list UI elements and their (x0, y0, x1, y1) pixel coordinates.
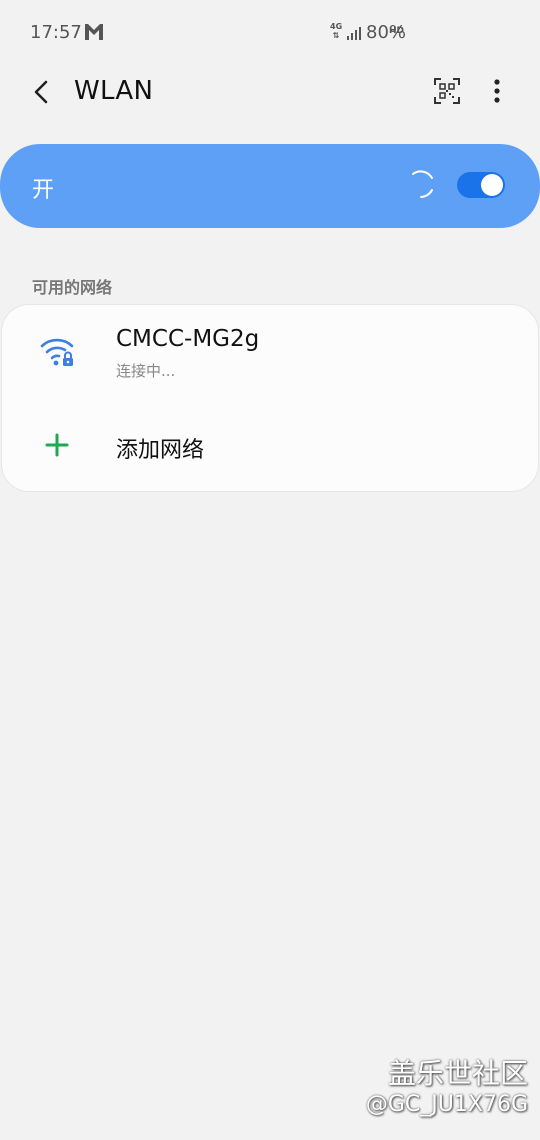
watermark-user-id: @GC_JU1X76G (365, 1092, 528, 1117)
chevron-left-icon[interactable] (26, 78, 58, 106)
status-time: 17:57 (30, 22, 82, 43)
signal-icon (347, 27, 361, 40)
battery-level: 80% (366, 22, 407, 43)
more-vert-icon[interactable] (486, 76, 508, 106)
wifi-lock-icon[interactable] (40, 334, 76, 368)
add-network-button[interactable]: 添加网络 (116, 432, 204, 464)
wlan-switch[interactable] (457, 172, 505, 198)
add-icon[interactable] (44, 432, 70, 458)
loading-spinner-icon (412, 170, 433, 198)
wlan-toggle-label: 开 (32, 178, 55, 203)
available-networks-heading: 可用的网络 (32, 278, 113, 297)
status-bar: 17:57 HD 4G ⇅ 80% (0, 0, 540, 64)
qr-scan-icon[interactable] (434, 78, 460, 104)
app-header: WLAN (0, 64, 540, 120)
switch-knob (481, 174, 503, 196)
page-title: WLAN (74, 76, 154, 106)
gmail-notification-icon (85, 24, 103, 40)
networks-card (1, 304, 539, 492)
network-status: 连接中... (116, 362, 176, 380)
network-type-indicator: 4G ⇅ (330, 22, 343, 40)
watermark-community: 盖乐世社区 (387, 1057, 528, 1090)
network-name[interactable]: CMCC-MG2g (116, 326, 259, 352)
